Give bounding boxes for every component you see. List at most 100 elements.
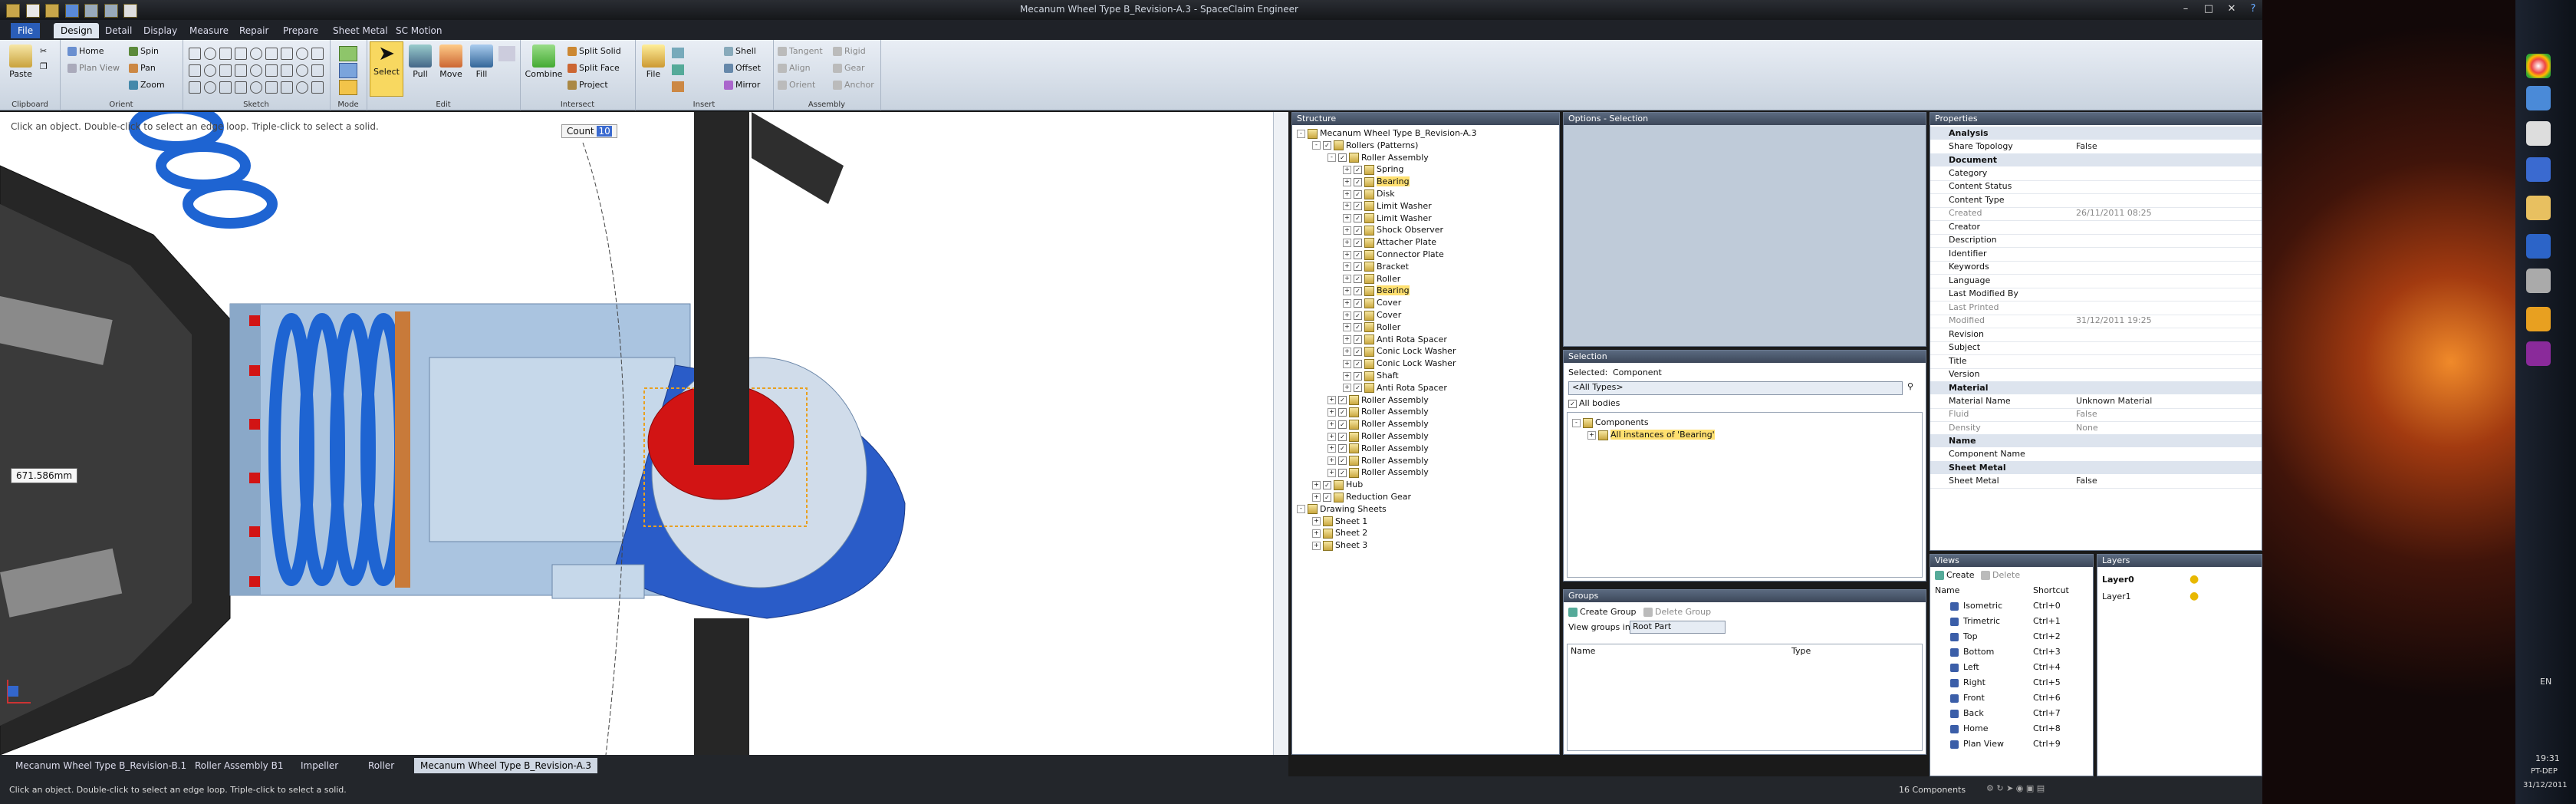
view-row[interactable]: Bottom Ctrl+3 bbox=[1933, 647, 2081, 661]
visibility-checkbox[interactable]: ✓ bbox=[1323, 493, 1331, 502]
tree-roller-assembly[interactable]: + ✓ Roller Assembly bbox=[1327, 431, 1429, 442]
fill-button[interactable]: Fill bbox=[468, 44, 495, 79]
tree-part[interactable]: + ✓ Roller bbox=[1343, 274, 1400, 285]
tree-roller-assembly[interactable]: + ✓ Roller Assembly bbox=[1327, 395, 1429, 406]
visibility-checkbox[interactable]: ✓ bbox=[1354, 177, 1362, 186]
property-value[interactable]: Unknown Material bbox=[2076, 396, 2152, 406]
3d-mode-icon[interactable] bbox=[339, 80, 357, 95]
tree-part[interactable]: + ✓ Attacher Plate bbox=[1343, 237, 1436, 248]
visibility-checkbox[interactable]: ✓ bbox=[1354, 226, 1362, 235]
print-icon[interactable] bbox=[123, 4, 137, 18]
tree-roller-assembly[interactable]: + ✓ Roller Assembly bbox=[1327, 456, 1429, 466]
visibility-checkbox[interactable]: ✓ bbox=[1354, 202, 1362, 211]
property-row[interactable]: Language bbox=[1930, 274, 2262, 288]
visibility-checkbox[interactable]: ✓ bbox=[1323, 141, 1331, 150]
app-icon-2[interactable] bbox=[2526, 86, 2551, 110]
expand-icon[interactable]: + bbox=[1312, 480, 1321, 489]
property-category[interactable]: Name bbox=[1930, 434, 2262, 447]
sketch-tool-icon[interactable] bbox=[296, 64, 308, 77]
bearing-ring[interactable] bbox=[395, 311, 410, 588]
sketch-tool-icon[interactable] bbox=[204, 48, 216, 60]
all-bodies-checkbox[interactable]: ✓ All bodies bbox=[1568, 398, 1620, 408]
status-tools-icon[interactable]: ⚙ ↻ ➤ ◉ ▣ ▤ bbox=[1986, 783, 2045, 793]
expand-icon[interactable]: + bbox=[1343, 214, 1351, 223]
property-value[interactable]: 26/11/2011 08:25 bbox=[2076, 208, 2152, 218]
sketch-tool-icon[interactable] bbox=[219, 48, 232, 60]
property-row[interactable]: Content Status bbox=[1930, 180, 2262, 194]
delete-group-button[interactable]: Delete Group bbox=[1643, 607, 1711, 617]
sketch-tool-icon[interactable] bbox=[311, 48, 324, 60]
type-filter-select[interactable]: <All Types> bbox=[1568, 381, 1903, 395]
expand-icon[interactable]: + bbox=[1343, 238, 1351, 247]
split-solid-button[interactable]: Split Solid bbox=[568, 46, 621, 56]
view-row[interactable]: Back Ctrl+7 bbox=[1933, 708, 2081, 722]
help-icon[interactable]: ? bbox=[2242, 2, 2264, 16]
visibility-checkbox[interactable]: ✓ bbox=[1354, 214, 1362, 223]
property-value[interactable]: False bbox=[2076, 409, 2097, 419]
spaceclaim-icon[interactable] bbox=[2526, 157, 2551, 182]
tangent-button[interactable]: Tangent bbox=[778, 46, 823, 56]
orient-button[interactable]: Orient bbox=[778, 80, 815, 90]
visibility-checkbox[interactable]: ✓ bbox=[1354, 323, 1362, 332]
expand-icon[interactable]: + bbox=[1327, 468, 1336, 477]
property-row[interactable]: Creator bbox=[1930, 220, 2262, 235]
tree-sheet[interactable]: + Sheet 2 bbox=[1312, 528, 1367, 539]
property-row[interactable]: Description bbox=[1930, 233, 2262, 248]
tree-part[interactable]: + ✓ Limit Washer bbox=[1343, 201, 1432, 212]
tree-sheet[interactable]: + Sheet 3 bbox=[1312, 540, 1367, 551]
expand-icon[interactable]: - bbox=[1327, 153, 1336, 163]
visibility-checkbox[interactable]: ✓ bbox=[1354, 371, 1362, 381]
sketch-tool-icon[interactable] bbox=[250, 81, 262, 94]
delete-view-button[interactable]: Delete bbox=[1981, 570, 2020, 580]
doc-tab-1[interactable]: Mecanum Wheel Type B_Revision-B.1 bbox=[9, 758, 192, 773]
tree-part[interactable]: + ✓ Shaft bbox=[1343, 371, 1399, 381]
expand-icon[interactable]: + bbox=[1343, 226, 1351, 235]
tree-root[interactable]: - Mecanum Wheel Type B_Revision-A.3 bbox=[1297, 128, 1476, 139]
combine-button[interactable]: Combine bbox=[525, 44, 563, 79]
tree-sheet[interactable]: + Sheet 1 bbox=[1312, 516, 1367, 527]
views-col-shortcut[interactable]: Shortcut bbox=[2033, 585, 2069, 595]
sketch-tool-icon[interactable] bbox=[311, 64, 324, 77]
groups-col-name[interactable]: Name bbox=[1571, 646, 1595, 656]
explorer-icon[interactable] bbox=[2526, 196, 2551, 220]
property-value[interactable]: False bbox=[2076, 141, 2097, 151]
expand-icon[interactable]: + bbox=[1327, 407, 1336, 417]
sketch-tool-icon[interactable] bbox=[219, 81, 232, 94]
copy-icon[interactable]: ❐ bbox=[40, 61, 48, 71]
visibility-checkbox[interactable]: ✓ bbox=[1354, 359, 1362, 368]
expand-icon[interactable]: + bbox=[1343, 335, 1351, 344]
groups-col-type[interactable]: Type bbox=[1791, 646, 1811, 656]
expand-icon[interactable]: + bbox=[1343, 359, 1351, 368]
new-icon[interactable] bbox=[25, 4, 40, 18]
expand-icon[interactable]: + bbox=[1343, 165, 1351, 174]
property-row[interactable]: Category bbox=[1930, 166, 2262, 181]
expand-icon[interactable]: - bbox=[1297, 129, 1305, 138]
visibility-checkbox[interactable]: ✓ bbox=[1323, 480, 1331, 489]
property-row[interactable]: Component Name bbox=[1930, 447, 2262, 462]
components-node[interactable]: - Components bbox=[1572, 417, 1649, 428]
layer-0-visible-icon[interactable]: ● bbox=[2189, 573, 2199, 585]
sketch-tool-icon[interactable] bbox=[265, 64, 278, 77]
expand-icon[interactable]: + bbox=[1343, 347, 1351, 356]
views-col-name[interactable]: Name bbox=[1935, 585, 1959, 595]
split-face-button[interactable]: Split Face bbox=[568, 63, 620, 73]
expand-icon[interactable]: + bbox=[1343, 177, 1351, 186]
plane-icon[interactable] bbox=[672, 48, 684, 58]
expand-icon[interactable]: + bbox=[1343, 189, 1351, 199]
property-value[interactable]: 31/12/2011 19:25 bbox=[2076, 315, 2152, 325]
sketch-tool-icon[interactable] bbox=[281, 81, 293, 94]
expand-icon[interactable]: + bbox=[1327, 396, 1336, 405]
expand-icon[interactable]: - bbox=[1297, 505, 1305, 514]
axis-icon[interactable] bbox=[672, 64, 684, 75]
tab-file[interactable]: File bbox=[11, 23, 41, 38]
visibility-checkbox[interactable]: ✓ bbox=[1338, 468, 1347, 477]
sketch-tool-icon[interactable] bbox=[235, 48, 247, 60]
language-indicator[interactable]: EN bbox=[2540, 677, 2551, 687]
property-value[interactable]: False bbox=[2076, 476, 2097, 486]
sketch-tool-icon[interactable] bbox=[296, 81, 308, 94]
expand-icon[interactable]: - bbox=[1312, 141, 1321, 150]
sketch-tool-icon[interactable] bbox=[204, 64, 216, 77]
sketch-tool-icon[interactable] bbox=[296, 48, 308, 60]
tree-part[interactable]: + ✓ Spring bbox=[1343, 164, 1404, 175]
tree-part[interactable]: + ✓ Conic Lock Washer bbox=[1343, 358, 1456, 369]
